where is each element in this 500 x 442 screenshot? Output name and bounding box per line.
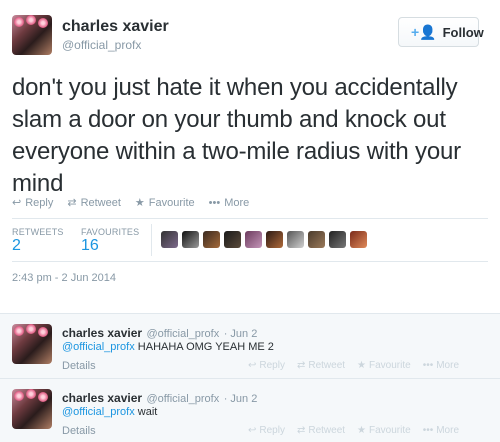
reply-text: @official_profx HAHAHA OMG YEAH ME 2 (62, 341, 274, 353)
reply-author-handle[interactable]: @official_profx (147, 393, 220, 405)
tweet-actions: ↩ Reply ⇄ Retweet ★ Favourite ••• More (12, 196, 250, 210)
avatar[interactable] (12, 389, 52, 429)
more-label: More (436, 425, 460, 436)
retweet-action[interactable]: ⇄ Retweet (297, 360, 345, 371)
reply-author-handle[interactable]: @official_profx (147, 328, 220, 340)
retweets-label: RETWEETS (12, 227, 64, 237)
reply-date[interactable]: · Jun 2 (224, 328, 258, 340)
retweets-count[interactable]: 2 (12, 237, 21, 255)
favourite-action[interactable]: ★ Favourite (357, 360, 411, 371)
more-action[interactable]: ••• More (423, 360, 459, 371)
favourite-label: Favourite (369, 360, 411, 371)
more-label: More (224, 196, 250, 209)
divider (12, 261, 488, 262)
reply-actions: ↩ Reply ⇄ Retweet ★ Favourite ••• More (248, 425, 459, 436)
retweet-icon: ⇄ (296, 360, 306, 371)
retweet-icon: ⇄ (296, 425, 306, 436)
tweet-text: don't you just hate it when you accident… (12, 74, 461, 197)
reply-author-name[interactable]: charles xavier (62, 326, 142, 340)
tweet-timestamp[interactable]: 2:43 pm - 2 Jun 2014 (12, 272, 116, 284)
reply-text: @official_profx wait (62, 406, 157, 418)
reply-icon: ↩ (248, 425, 257, 436)
favourite-label: Favourite (369, 425, 411, 436)
reply-action[interactable]: ↩ Reply (248, 425, 285, 436)
avatar[interactable] (12, 324, 52, 364)
reply-tweet[interactable]: charles xavier @official_profx · Jun 2 @… (0, 378, 500, 442)
more-action[interactable]: ••• More (209, 197, 250, 209)
divider (12, 218, 488, 219)
retweet-icon: ⇄ (67, 197, 77, 209)
favourite-action[interactable]: ★ Favourite (134, 196, 195, 210)
favourite-action[interactable]: ★ Favourite (357, 425, 411, 436)
reply-icon: ↩ (12, 197, 22, 209)
follow-label: Follow (442, 24, 484, 40)
favouriter-avatar[interactable] (350, 231, 367, 248)
reply-body: wait (134, 406, 158, 418)
favouriter-avatar[interactable] (308, 231, 325, 248)
author-name[interactable]: charles xavier (62, 18, 169, 36)
favouriter-avatar[interactable] (161, 231, 178, 248)
favouriter-avatar[interactable] (287, 231, 304, 248)
retweet-action[interactable]: ⇄ Retweet (67, 196, 121, 210)
reply-icon: ↩ (248, 360, 257, 371)
reply-date[interactable]: · Jun 2 (224, 393, 258, 405)
favourites-count[interactable]: 16 (81, 237, 99, 255)
more-action[interactable]: ••• More (423, 425, 459, 436)
favouriter-avatar[interactable] (203, 231, 220, 248)
reply-label: Reply (259, 425, 285, 436)
favouriters-avatars (161, 231, 376, 248)
reply-header: charles xavier @official_profx · Jun 2 (62, 324, 257, 342)
reply-actions: ↩ Reply ⇄ Retweet ★ Favourite ••• More (248, 360, 459, 371)
stats-divider (151, 224, 152, 256)
reply-label: Reply (259, 360, 285, 371)
reply-action[interactable]: ↩ Reply (248, 360, 285, 371)
reply-header: charles xavier @official_profx · Jun 2 (62, 389, 257, 407)
add-user-icon: +👤 (411, 23, 437, 40)
favourite-label: Favourite (148, 196, 195, 209)
more-icon: ••• (422, 360, 434, 371)
mention-link[interactable]: @official_profx (62, 406, 135, 418)
reply-label: Reply (25, 196, 54, 209)
retweet-action[interactable]: ⇄ Retweet (297, 425, 345, 436)
reply-body: HAHAHA OMG YEAH ME 2 (134, 341, 274, 353)
star-icon: ★ (134, 197, 145, 209)
author-handle[interactable]: @official_profx (62, 38, 141, 52)
star-icon: ★ (357, 360, 367, 371)
mention-link[interactable]: @official_profx (62, 341, 135, 353)
favouriter-avatar[interactable] (182, 231, 199, 248)
more-icon: ••• (422, 425, 434, 436)
avatar[interactable] (12, 15, 52, 55)
follow-button[interactable]: +👤 Follow (398, 17, 484, 47)
reply-action[interactable]: ↩ Reply (12, 196, 54, 210)
favouriter-avatar[interactable] (245, 231, 262, 248)
favouriter-avatar[interactable] (224, 231, 241, 248)
details-link[interactable]: Details (62, 360, 96, 372)
details-link[interactable]: Details (62, 425, 96, 437)
retweet-label: Retweet (80, 196, 121, 209)
more-label: More (436, 360, 460, 371)
favouriter-avatar[interactable] (329, 231, 346, 248)
retweet-label: Retweet (308, 425, 346, 436)
more-icon: ••• (208, 196, 221, 209)
favourites-label: FAVOURITES (81, 227, 140, 237)
reply-author-name[interactable]: charles xavier (62, 391, 142, 405)
retweet-label: Retweet (308, 360, 346, 371)
star-icon: ★ (357, 425, 367, 436)
reply-tweet[interactable]: charles xavier @official_profx · Jun 2 @… (0, 313, 500, 378)
favouriter-avatar[interactable] (266, 231, 283, 248)
